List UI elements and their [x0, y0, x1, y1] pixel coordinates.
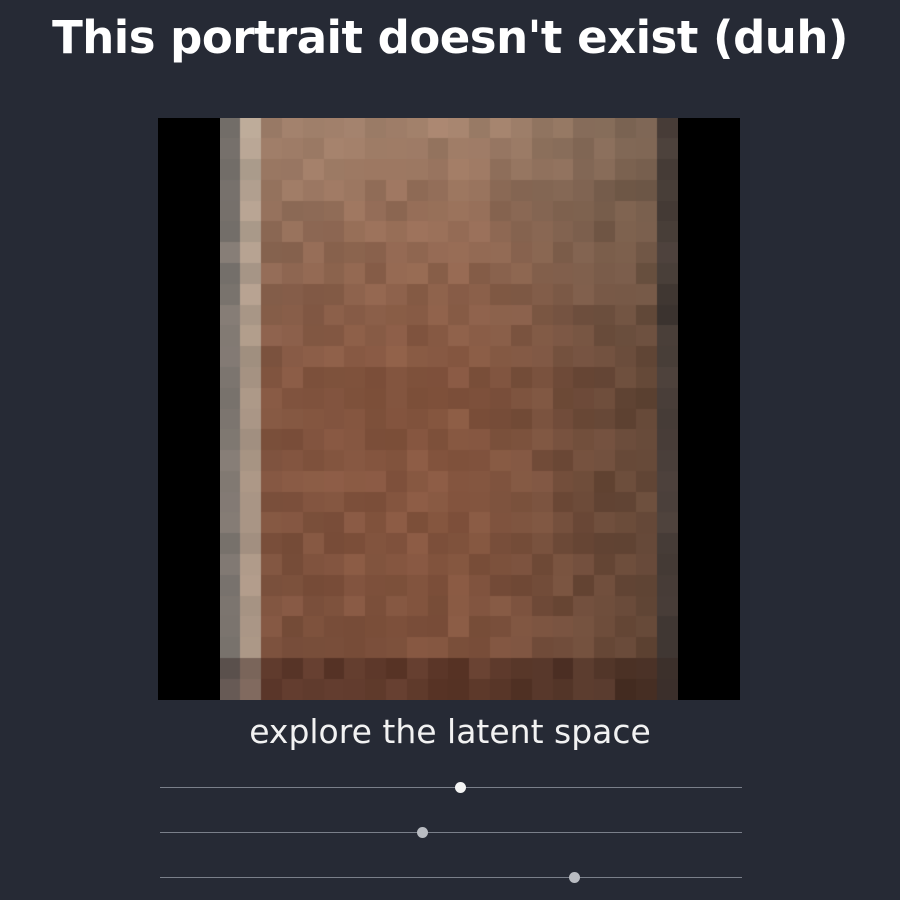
portrait-image — [220, 118, 678, 700]
latent-slider-3[interactable] — [160, 868, 742, 888]
page: This portrait doesn't exist (duh) explor… — [0, 0, 900, 900]
slider-thumb[interactable] — [568, 872, 580, 883]
slider-track[interactable] — [160, 787, 742, 788]
slider-track[interactable] — [160, 877, 742, 878]
latent-slider-1[interactable] — [160, 778, 742, 798]
portrait-frame — [158, 118, 740, 700]
latent-slider-2[interactable] — [160, 823, 742, 843]
slider-thumb[interactable] — [454, 782, 466, 793]
explore-caption: explore the latent space — [249, 712, 651, 751]
slider-thumb[interactable] — [417, 827, 429, 838]
page-title: This portrait doesn't exist (duh) — [52, 11, 848, 64]
slider-track[interactable] — [160, 832, 742, 833]
